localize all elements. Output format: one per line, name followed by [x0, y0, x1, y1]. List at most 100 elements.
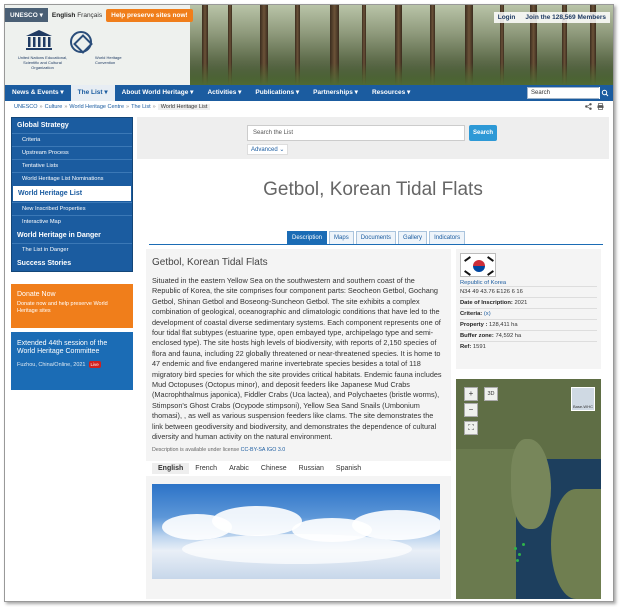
sidebar-new-inscribed[interactable]: New Inscribed Properties: [12, 202, 132, 215]
buffer-value: 74,592 ha: [495, 333, 522, 339]
tab-maps[interactable]: Maps: [329, 231, 354, 245]
map-marker[interactable]: [522, 543, 525, 546]
nav-the-list[interactable]: The List ▾: [70, 85, 115, 101]
nav-resources[interactable]: Resources ▾: [365, 85, 417, 101]
korea-flag-icon: [460, 253, 496, 277]
login-link[interactable]: Login: [498, 14, 516, 21]
desc-lang-russian[interactable]: Russian: [293, 463, 330, 474]
description-text: Situated in the eastern Yellow Sea on th…: [152, 276, 442, 442]
sidebar-in-danger[interactable]: World Heritage in Danger: [12, 228, 132, 243]
list-search-button[interactable]: Search: [469, 125, 497, 141]
nav-publications[interactable]: Publications ▾: [248, 85, 306, 101]
desc-lang-english[interactable]: English: [152, 462, 190, 474]
coordinates: N34 49 43.76 E126 6 16: [460, 286, 597, 297]
description-panel: Getbol, Korean Tidal Flats Situated in t…: [146, 249, 451, 599]
world-heritage-emblem-icon: [70, 31, 92, 53]
license-prefix: Description is available under license: [152, 446, 240, 453]
sidebar-nominations[interactable]: World Heritage List Nominations: [12, 172, 132, 185]
sidebar-criteria[interactable]: Criteria: [12, 133, 132, 146]
help-preserve-button[interactable]: Help preserve sites now!: [106, 8, 193, 22]
unesco-menu-button[interactable]: UNESCO ▾: [5, 8, 48, 22]
sidebar-world-heritage-list[interactable]: World Heritage List: [12, 185, 132, 202]
live-badge: Live: [88, 361, 101, 368]
lang-english-link[interactable]: English: [52, 12, 75, 19]
unesco-logo[interactable]: United Nations Educational, Scientific a…: [15, 27, 122, 77]
tab-indicators[interactable]: Indicators: [429, 231, 466, 245]
3d-toggle-button[interactable]: 3D: [484, 387, 498, 401]
map-marker[interactable]: [514, 547, 517, 550]
sidebar-menu: Global Strategy Criteria Upstream Proces…: [11, 117, 133, 272]
nav-search-button[interactable]: [599, 87, 609, 99]
donate-text: Donate now and help preserve World Herit…: [17, 301, 108, 314]
breadcrumb-culture[interactable]: Culture: [45, 104, 63, 110]
date-value: 2021: [514, 300, 528, 306]
nav-search-input[interactable]: Search: [527, 87, 609, 99]
session-banner[interactable]: Extended 44th session of the World Herit…: [11, 332, 133, 390]
site-photo[interactable]: [152, 483, 440, 579]
property-tabs: Description Maps Documents Gallery Indic…: [287, 231, 466, 245]
join-link[interactable]: Join the 128,569 Members: [525, 14, 606, 21]
desc-lang-arabic[interactable]: Arabic: [223, 463, 255, 474]
sidebar-interactive-map[interactable]: Interactive Map: [12, 215, 132, 228]
site-header: UNESCO ▾ English Français Help preserve …: [5, 5, 613, 85]
desc-lang-spanish[interactable]: Spanish: [330, 463, 367, 474]
desc-lang-french[interactable]: French: [189, 463, 223, 474]
sidebar-global-strategy[interactable]: Global Strategy: [12, 118, 132, 133]
sidebar-tentative-lists[interactable]: Tentative Lists: [12, 159, 132, 172]
session-title: Extended 44th session of the World Herit…: [17, 340, 108, 355]
breadcrumb-the-list[interactable]: The List: [131, 104, 151, 110]
sidebar-upstream-process[interactable]: Upstream Process: [12, 146, 132, 159]
tab-documents[interactable]: Documents: [355, 231, 397, 245]
property-info-panel: Republic of Korea N34 49 43.76 E126 6 16…: [456, 249, 601, 369]
breadcrumb-unesco[interactable]: UNESCO: [14, 104, 38, 110]
whc-logo-text: World Heritage Convention: [95, 55, 122, 65]
share-icon[interactable]: [585, 103, 592, 110]
tab-description[interactable]: Description: [287, 231, 328, 245]
site-map[interactable]: + − 3D ⛶ Base-WHC: [456, 379, 601, 599]
zoom-out-button[interactable]: −: [464, 403, 478, 417]
session-place: Fuzhou, China/Online, 2021: [17, 361, 86, 368]
search-icon: [601, 89, 609, 97]
nav-partnerships[interactable]: Partnerships ▾: [306, 85, 365, 101]
property-area: Property : 128,411 ha: [460, 319, 597, 330]
tab-gallery[interactable]: Gallery: [398, 231, 428, 245]
reference: Ref: 1591: [460, 341, 597, 352]
list-search-input[interactable]: Search the List: [247, 125, 465, 141]
fullscreen-icon[interactable]: ⛶: [464, 421, 478, 435]
donate-title: Donate Now: [17, 291, 56, 298]
donate-banner[interactable]: Donate Now Donate now and help preserve …: [11, 284, 133, 328]
print-icon[interactable]: [597, 103, 604, 110]
zoom-in-button[interactable]: +: [464, 387, 478, 401]
tab-divider: [149, 244, 603, 245]
top-links: UNESCO ▾ English Français Help preserve …: [5, 8, 193, 22]
advanced-search-toggle[interactable]: Advanced ⌄: [247, 144, 289, 155]
buffer-zone: Buffer zone: 74,592 ha: [460, 330, 597, 341]
description-language-tabs: English French Arabic Chinese Russian Sp…: [146, 460, 451, 476]
lang-french-link[interactable]: Français: [77, 12, 102, 19]
map-marker[interactable]: [516, 559, 519, 562]
nav-activities[interactable]: Activities ▾: [200, 85, 248, 101]
basemap-switcher[interactable]: Base-WHC: [571, 387, 595, 411]
nav-about[interactable]: About World Heritage ▾: [115, 85, 201, 101]
license-link[interactable]: CC-BY-SA IGO 3.0: [241, 447, 286, 453]
property-label: Property :: [460, 322, 488, 328]
desc-lang-chinese[interactable]: Chinese: [255, 463, 293, 474]
map-marker[interactable]: [518, 553, 521, 556]
page-tools: [585, 103, 604, 110]
unesco-logo-text: United Nations Educational, Scientific a…: [17, 55, 68, 70]
breadcrumb: UNESCO» Culture» World Heritage Centre» …: [5, 101, 613, 113]
sidebar-success-stories[interactable]: Success Stories: [12, 256, 132, 271]
sidebar-list-in-danger[interactable]: The List in Danger: [12, 243, 132, 256]
breadcrumb-whc[interactable]: World Heritage Centre: [69, 104, 124, 110]
breadcrumb-current: World Heritage List: [157, 104, 211, 110]
main-nav: News & Events ▾ The List ▾ About World H…: [5, 85, 613, 101]
criteria-label: Criteria:: [460, 311, 483, 317]
browser-frame: UNESCO ▾ English Français Help preserve …: [4, 4, 614, 602]
nav-news-events[interactable]: News & Events ▾: [5, 85, 71, 101]
left-sidebar: Global Strategy Criteria Upstream Proces…: [11, 117, 133, 390]
property-value: 128,411 ha: [489, 322, 518, 328]
ref-label: Ref:: [460, 344, 472, 350]
criteria-link[interactable]: (x): [484, 311, 491, 317]
date-of-inscription: Date of Inscription: 2021: [460, 297, 597, 308]
page-title: Getbol, Korean Tidal Flats: [263, 179, 483, 200]
